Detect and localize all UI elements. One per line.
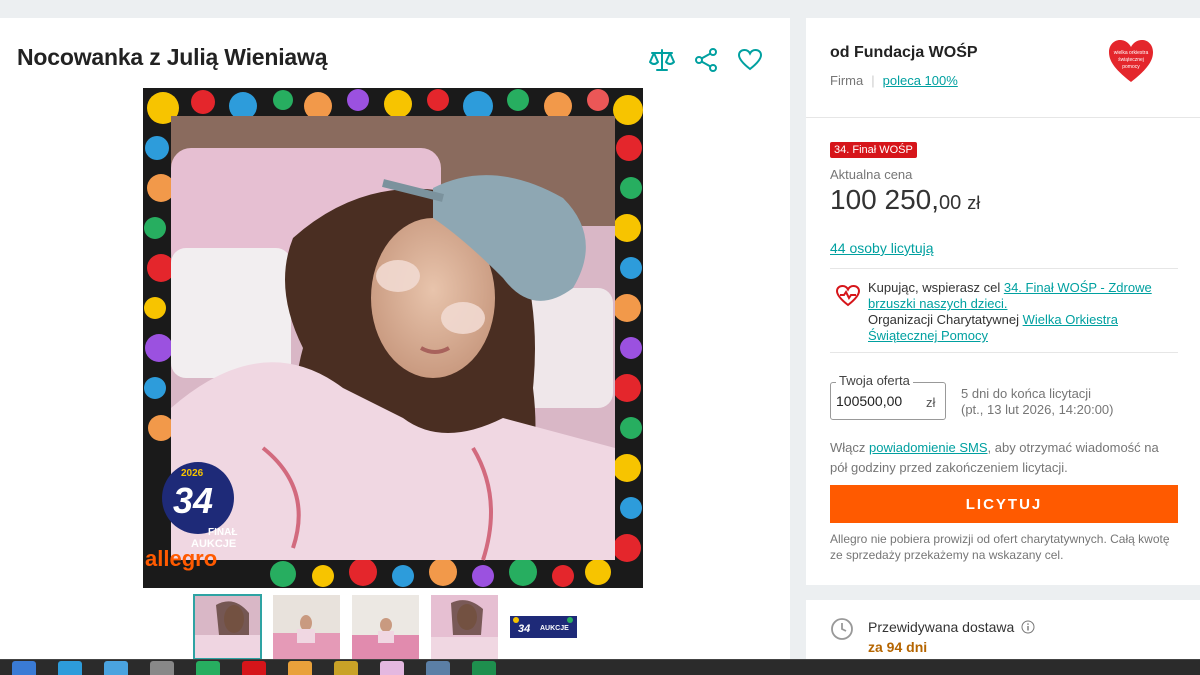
divider (830, 268, 1178, 269)
overlay-year: 2026 (181, 468, 204, 479)
separator: | (871, 73, 875, 88)
seller-type: Firma (830, 73, 864, 88)
main-product-image[interactable]: 34 2026 FINAŁ AUKCJE allegro (143, 88, 643, 588)
clock-icon (830, 617, 854, 646)
svg-text:wielka orkiestra: wielka orkiestra (1114, 50, 1149, 56)
thumbnail-3[interactable] (352, 595, 419, 659)
start-button[interactable] (12, 660, 36, 675)
thumbnail-image: 34 AUKCJE (510, 616, 577, 638)
photo-illustration: 34 2026 FINAŁ AUKCJE allegro (143, 88, 643, 588)
seller-logo[interactable]: wielka orkiestra świątecznej pomocy (1107, 38, 1155, 89)
svg-text:AUKCJE: AUKCJE (540, 625, 569, 632)
thumbnail-5[interactable]: 34 AUKCJE (510, 595, 577, 659)
taskbar-app-icon[interactable] (196, 660, 220, 675)
svg-text:świątecznej: świątecznej (1118, 57, 1144, 63)
end-date: (pt., 13 lut 2026, 14:20:00) (961, 402, 1114, 417)
seller-recommend-link[interactable]: poleca 100% (883, 73, 958, 88)
seller-name: od Fundacja WOŚP (830, 44, 978, 61)
svg-text:pomocy: pomocy (1122, 64, 1140, 70)
taskbar-app-icon[interactable] (426, 660, 450, 675)
delivery-value: za 94 dni (868, 639, 928, 655)
product-actions (648, 46, 764, 74)
price-decimal: 00 (939, 192, 962, 214)
auction-time-left: 5 dni do końca licytacji (pt., 13 lut 20… (961, 386, 1114, 418)
taskbar-app-icon[interactable] (380, 660, 404, 675)
share-button[interactable] (692, 46, 720, 74)
heart-outline-icon (737, 48, 763, 71)
wosp-heart-logo: wielka orkiestra świątecznej pomocy (1109, 40, 1153, 82)
taskbar-app-icon[interactable] (104, 660, 128, 675)
divider (806, 117, 1200, 118)
taskbar-app-icon[interactable] (288, 660, 312, 675)
compare-button[interactable] (648, 46, 676, 74)
price-main: 100 250, (830, 184, 939, 215)
share-icon (695, 48, 717, 72)
divider (830, 352, 1178, 353)
taskbar-app-icon[interactable] (150, 660, 174, 675)
scales-icon (649, 49, 675, 71)
offer-unit: zł (926, 395, 936, 410)
commission-disclaimer: Allegro nie pobiera prowizji od ofert ch… (830, 532, 1170, 562)
price-currency: zł (967, 193, 981, 213)
overlay-final: FINAŁ (208, 527, 237, 538)
thumbnail-image (352, 595, 419, 659)
overlay-brand: allegro (145, 546, 217, 571)
final-badge: 34. Finał WOŚP (830, 142, 917, 158)
taskbar-app-icon[interactable] (334, 660, 358, 675)
taskbar-app-icon[interactable] (242, 660, 266, 675)
sms-notification-link[interactable]: powiadomienie SMS (869, 440, 988, 455)
offer-label: Twoja oferta (836, 373, 913, 388)
charity-heart-icon (835, 284, 861, 313)
taskbar-app-icon[interactable] (58, 660, 82, 675)
price-label: Aktualna cena (830, 167, 913, 182)
bidders-link[interactable]: 44 osoby licytują (830, 240, 934, 256)
page-title: Nocowanka z Julią Wieniawą (17, 44, 328, 70)
thumbnail-2[interactable] (273, 595, 340, 659)
os-taskbar (0, 659, 1200, 675)
charity-support-text: Kupując, wspierasz cel 34. Finał WOŚP - … (868, 280, 1152, 343)
seller-meta: Firma | poleca 100% (830, 73, 958, 88)
delivery-label: Przewidywana dostawa (868, 619, 1035, 635)
thumbnail-4[interactable] (431, 595, 498, 659)
info-icon[interactable] (1021, 620, 1035, 634)
thumbnail-strip: 34 AUKCJE (193, 594, 577, 660)
favorite-button[interactable] (736, 46, 764, 74)
offer-input[interactable] (836, 393, 916, 409)
sms-notice: Włącz powiadomienie SMS, aby otrzymać wi… (830, 440, 1159, 475)
current-price: 100 250,00 zł (830, 184, 980, 216)
overlay-edition: 34 (173, 480, 213, 521)
thumbnail-image (194, 595, 261, 659)
time-remaining: 5 dni do końca licytacji (961, 386, 1092, 401)
thumbnail-1[interactable] (193, 594, 262, 660)
thumbnail-image (431, 595, 498, 659)
taskbar-app-icon[interactable] (472, 660, 496, 675)
thumbnail-image (273, 595, 340, 659)
svg-text:34: 34 (518, 623, 530, 635)
bid-button[interactable]: LICYTUJ (830, 485, 1178, 523)
